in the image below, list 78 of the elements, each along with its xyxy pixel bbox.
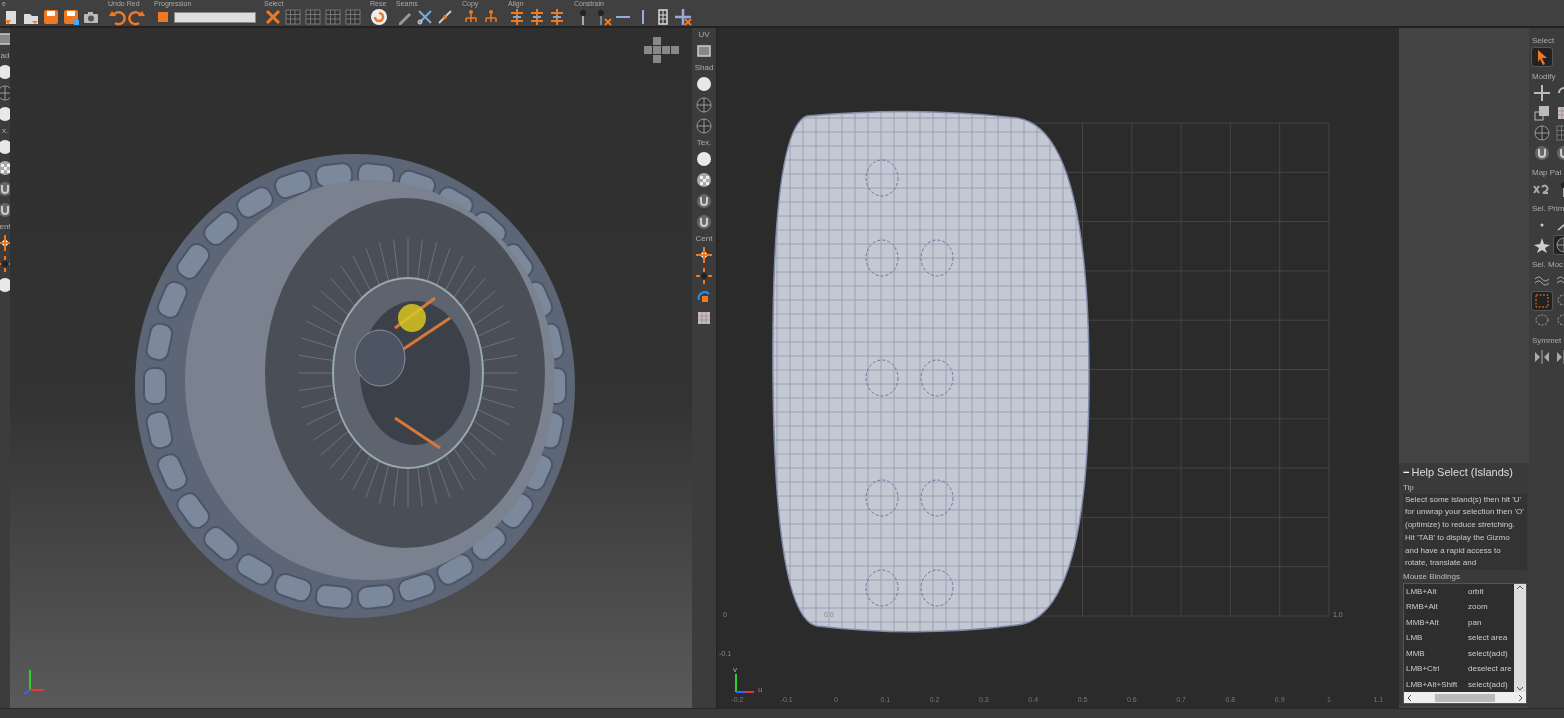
binding-keys: LMB+Alt [1404,586,1468,596]
bindings-heading: Mouse Bindings [1403,570,1461,583]
panel-title: Help Select (Islands) [1411,465,1513,478]
section-label: Cent [695,234,713,243]
uv-axis-icon [735,673,755,693]
tile-icon[interactable] [695,309,713,327]
section-label: Sel. Moc [1532,260,1564,270]
close-icon[interactable] [264,8,282,26]
binding-action: orbit [1468,586,1484,596]
section-label: Symmet [1532,336,1563,346]
pen-icon[interactable] [436,8,454,26]
magnet-icon[interactable] [1533,144,1551,162]
scroll-up-icon[interactable] [1516,583,1524,590]
align-icon[interactable] [508,8,526,26]
binding-keys: LMB [1404,633,1468,643]
grid-icon[interactable] [344,8,362,26]
axis-label: u [758,685,763,694]
axis-gizmo-icon [23,669,45,695]
section-label: ad [0,51,10,60]
align-icon[interactable] [528,8,546,26]
binding-keys: RMB+Alt [1404,602,1468,612]
view-cube-icon [644,37,679,63]
align-icon[interactable] [548,8,566,26]
cross-icon[interactable] [674,8,692,26]
rectangle-select-icon[interactable] [1533,292,1551,310]
pivot-icon[interactable] [695,267,713,285]
binding-keys: MMB+Alt [1404,617,1468,627]
wireframe-sphere-icon[interactable] [1533,124,1551,142]
mirror-icon[interactable] [1533,348,1551,366]
redo-icon[interactable] [128,8,146,26]
binding-keys: MMB [1404,648,1468,658]
binding-action: select area [1468,633,1508,643]
save-icon[interactable] [42,8,60,26]
scissors-icon[interactable] [416,8,434,26]
magnet-icon[interactable] [695,213,713,231]
sphere-icon[interactable] [695,75,713,93]
wireframe-sphere-icon[interactable] [695,96,713,114]
vertical-scrollbar[interactable] [1514,583,1526,692]
scroll-down-icon[interactable] [1516,686,1524,692]
binding-action: select(add) [1468,648,1508,658]
magnet-icon[interactable] [695,192,713,210]
sphere-icon[interactable] [695,150,713,168]
scroll-right-icon[interactable] [1518,693,1524,702]
cursor-highlight-icon [398,304,426,332]
binding-keys: LMB+Ctrl [1404,664,1468,674]
scroll-left-icon[interactable] [1406,693,1412,702]
binding-action: zoom [1468,602,1488,612]
checker-sphere-icon[interactable] [695,171,713,189]
section-label: ent [0,222,10,231]
section-label: Map Pai [1532,168,1563,178]
binding-action: deselect are [1468,664,1512,674]
section-label: Tex. [696,138,712,147]
grid-icon[interactable] [284,8,302,26]
section-label: UV [698,30,710,39]
binding-action: select(add) [1468,679,1508,689]
wireframe-sphere-icon[interactable] [695,117,713,135]
scale-icon[interactable] [1533,104,1551,122]
horizontal-scrollbar[interactable] [1404,692,1526,703]
reset-icon[interactable] [370,8,388,26]
center-icon[interactable] [695,246,713,264]
grid-icon[interactable] [304,8,322,26]
frame-icon[interactable] [695,42,713,60]
collapse-toggle[interactable]: − [1403,465,1410,478]
tip-heading: Tip [1403,481,1415,494]
axis-label: v [733,665,737,674]
tip-text: Select some island(s) then hit 'U' for unwrap your selection then 'O' (optimize) to reduce stretching. Hit 'TAB' to display the Gizmo and have a rapid access to rotate, translate and [1403,493,1527,570]
polygon-icon[interactable] [1533,236,1551,254]
save-as-icon[interactable] [62,8,80,26]
grid-icon[interactable] [324,8,342,26]
section-label: Shad [694,63,714,72]
section-label: x. [1,126,9,135]
binding-action: pan [1468,617,1482,627]
move-icon[interactable] [1533,84,1551,102]
section-label: Sel. Prim [1532,204,1564,214]
undo-icon[interactable] [108,8,126,26]
section-label: Modify [1532,72,1557,82]
binding-keys: LMB+Alt+Shift [1404,679,1468,689]
section-label: Select [1532,36,1556,46]
